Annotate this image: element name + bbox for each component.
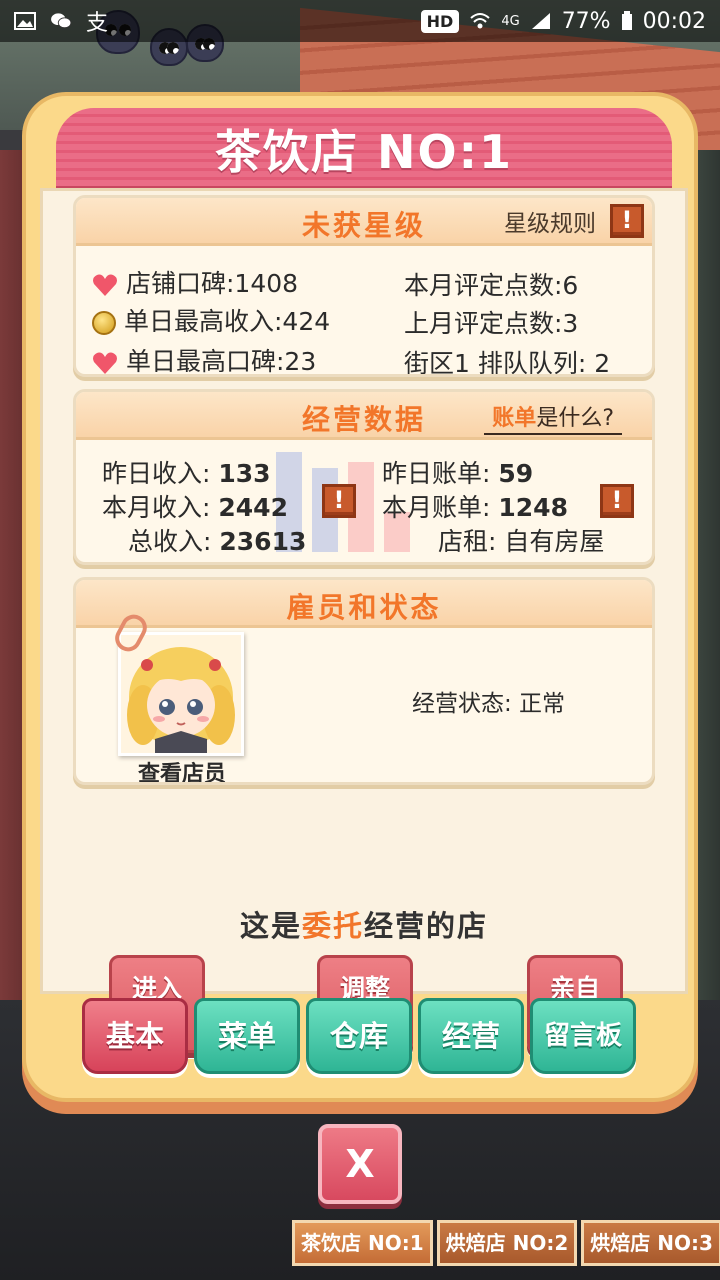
staff-avatar[interactable] (118, 632, 244, 756)
yesterday-income-label: 昨日收入: (102, 459, 211, 488)
district-queue: 街区1 排队队列: 2 (404, 349, 611, 377)
heart-icon (93, 352, 117, 374)
tab-message-board[interactable]: 留言板 (530, 998, 636, 1074)
delegate-highlight: 委托 (301, 909, 364, 943)
delegate-suffix: 经营的店 (364, 909, 489, 943)
staff-portrait (121, 635, 241, 753)
business-data-card: 经营数据 账单是什么? 昨日收入: 133 本月收入: 2442 ! 总收入: … (73, 389, 655, 565)
staff-title: 雇员和状态 (286, 591, 442, 624)
shop-tab-bakery-3[interactable]: 烘焙店 NO:3 (581, 1220, 720, 1266)
panel-header: 茶饮店 NO:1 (56, 108, 672, 186)
clock: 00:02 (642, 8, 706, 34)
coin-icon (92, 311, 116, 335)
shop-info-panel: 茶饮店 NO:1 未获星级 星级规则 ! 店铺口碑:1408 单日最高收入:42… (22, 92, 698, 1102)
rent-row: 店租: 自有房屋 (438, 522, 604, 558)
month-income-row: 本月收入: 2442 (102, 488, 288, 524)
month-bill-row: 本月账单: 1248 (382, 488, 568, 524)
tab-basic[interactable]: 基本 (82, 998, 188, 1074)
battery-icon (621, 11, 632, 30)
wechat-icon (51, 13, 72, 29)
panel-tabs: 基本 菜单 仓库 经营 留言板 (82, 998, 636, 1076)
close-button[interactable]: X (318, 1124, 402, 1204)
max-daily-reputation: 单日最高口碑:23 (126, 347, 317, 376)
network-type: 4G (501, 13, 520, 29)
max-daily-income-row: 单日最高收入:424 (92, 302, 330, 338)
gallery-icon (14, 12, 36, 30)
battery-percent: 77% (561, 8, 611, 34)
rent-label: 店租: (438, 527, 497, 556)
total-income-label: 总收入: (128, 527, 212, 556)
heart-icon (93, 274, 117, 296)
shop-tab-bakery-2[interactable]: 烘焙店 NO:2 (436, 1220, 578, 1266)
exclamation-icon: ! (610, 204, 644, 238)
bill-info-icon[interactable]: ! (600, 484, 634, 518)
rating-card-header: 未获星级 星级规则 ! (76, 198, 652, 246)
bill-help-highlight: 账单 (492, 406, 537, 431)
staff-card-header: 雇员和状态 (76, 580, 652, 628)
bill-help-link[interactable]: 账单是什么? (484, 400, 622, 435)
total-income-row: 总收入: 23613 (128, 522, 306, 558)
shop-title: 茶饮店 NO:1 (214, 125, 514, 179)
alipay-icon: 支 (86, 11, 109, 36)
month-bill-label: 本月账单: (382, 493, 491, 522)
month-bill-value: 1248 (498, 493, 568, 522)
last-month-points: 上月评定点数:3 (404, 309, 579, 338)
business-status: 经营状态: 正常 (412, 691, 566, 717)
max-daily-income: 单日最高收入:424 (124, 307, 331, 336)
delegate-notice: 这是委托经营的店 (43, 903, 685, 945)
rent-value: 自有房屋 (504, 527, 605, 556)
month-income-value: 2442 (218, 493, 288, 522)
shop-reputation: 店铺口碑:1408 (126, 269, 299, 298)
signal-icon (531, 13, 550, 29)
tab-warehouse[interactable]: 仓库 (306, 998, 412, 1074)
income-info-icon[interactable]: ! (322, 484, 356, 518)
yesterday-income-value: 133 (218, 459, 271, 488)
staff-card: 雇员和状态 查看店员 经营状态: 正常 (73, 577, 655, 785)
shop-switcher: 茶饮店 NO:1 烘焙店 NO:2 烘焙店 NO:3 (292, 1220, 720, 1266)
system-status-bar: 支 HD 4G 77% 00:02 (0, 0, 720, 42)
yesterday-bill-value: 59 (498, 459, 534, 488)
bill-help-text: 是什么? (536, 406, 614, 431)
star-rules-button[interactable]: 星级规则 ! (504, 204, 644, 238)
max-daily-reputation-row: 单日最高口碑:23 (92, 342, 317, 376)
business-card-header: 经营数据 账单是什么? (76, 392, 652, 440)
shop-tab-tea-1[interactable]: 茶饮店 NO:1 (292, 1220, 433, 1266)
delegate-prefix: 这是 (239, 909, 302, 943)
yesterday-income-row: 昨日收入: 133 (102, 454, 271, 490)
shop-reputation-row: 店铺口碑:1408 (92, 264, 298, 300)
rating-card: 未获星级 星级规则 ! 店铺口碑:1408 单日最高收入:424 单日最高口碑:… (73, 195, 655, 377)
star-rules-label: 星级规则 (504, 211, 596, 237)
month-income-label: 本月收入: (102, 493, 211, 522)
month-points: 本月评定点数:6 (404, 271, 579, 300)
tab-operations[interactable]: 经营 (418, 998, 524, 1074)
tab-menu[interactable]: 菜单 (194, 998, 300, 1074)
view-staff-button[interactable]: 查看店员 (114, 756, 250, 782)
yesterday-bill-row: 昨日账单: 59 (382, 454, 533, 490)
wifi-icon (470, 13, 490, 29)
hd-badge: HD (420, 9, 460, 33)
panel-body: 未获星级 星级规则 ! 店铺口碑:1408 单日最高收入:424 单日最高口碑:… (40, 188, 688, 1053)
yesterday-bill-label: 昨日账单: (382, 459, 491, 488)
total-income-value: 23613 (219, 527, 307, 556)
